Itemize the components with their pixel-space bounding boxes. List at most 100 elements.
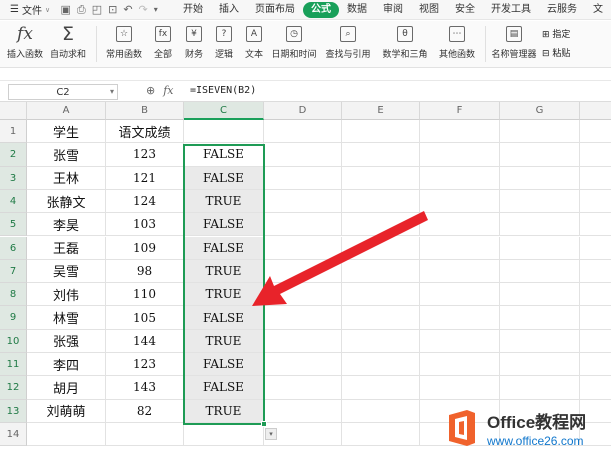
row-header[interactable]: 5	[0, 213, 27, 237]
empty-cell[interactable]	[500, 259, 580, 284]
column-header-a[interactable]: A	[27, 102, 106, 120]
logic-button[interactable]: ? 逻辑	[209, 21, 239, 60]
empty-cell[interactable]	[500, 283, 580, 307]
empty-cell[interactable]	[264, 399, 342, 423]
empty-cell[interactable]	[500, 236, 580, 260]
fill-handle[interactable]	[261, 421, 267, 427]
empty-cell[interactable]	[420, 329, 500, 353]
cell-c[interactable]: TRUE	[184, 283, 264, 307]
fx-icon[interactable]: fx	[163, 84, 173, 97]
empty-cell[interactable]	[420, 143, 500, 167]
cell-a[interactable]: 张强	[27, 329, 106, 353]
cell-c[interactable]: FALSE	[184, 236, 264, 260]
zoom-icon[interactable]: ⊕	[146, 84, 155, 97]
cell-a[interactable]: 吴雪	[27, 259, 106, 284]
empty-cell[interactable]	[264, 283, 342, 307]
empty-cell[interactable]	[420, 166, 500, 190]
column-header-g[interactable]: G	[500, 102, 580, 120]
empty-cell[interactable]	[342, 189, 420, 214]
empty-cell[interactable]	[580, 190, 611, 214]
cell-c[interactable]: TRUE	[184, 189, 264, 214]
column-header-f[interactable]: F	[420, 102, 500, 120]
empty-cell[interactable]	[264, 329, 342, 353]
empty-cell[interactable]	[342, 306, 420, 330]
file-menu[interactable]: ☰ 文件 ∨	[0, 2, 60, 17]
row-header[interactable]: 8	[0, 283, 27, 307]
empty-cell[interactable]	[500, 329, 580, 353]
insert-function-button[interactable]: fx 插入函数	[6, 21, 44, 60]
empty-cell[interactable]	[342, 213, 420, 237]
select-all-corner[interactable]	[0, 102, 27, 120]
cell-a[interactable]: 刘萌萌	[27, 399, 106, 423]
cell-c[interactable]: FALSE	[184, 306, 264, 330]
save-icon[interactable]: ▣	[60, 3, 70, 16]
empty-cell[interactable]	[500, 213, 580, 237]
row-header[interactable]: 6	[0, 236, 27, 260]
cell-b[interactable]: 143	[106, 376, 184, 400]
empty-cell[interactable]	[500, 143, 580, 167]
cell-a[interactable]: 李昊	[27, 213, 106, 237]
empty-cell[interactable]	[342, 259, 420, 284]
redo-icon[interactable]: ↷	[139, 3, 148, 16]
empty-cell[interactable]	[264, 306, 342, 330]
cell-b[interactable]: 123	[106, 143, 184, 167]
empty-cell[interactable]	[580, 143, 611, 167]
cell-a[interactable]	[27, 422, 106, 447]
cell-c[interactable]: TRUE	[184, 329, 264, 353]
empty-cell[interactable]	[500, 166, 580, 190]
empty-cell[interactable]	[500, 189, 580, 214]
column-header-h[interactable]	[580, 102, 611, 120]
row-header[interactable]: 1	[0, 120, 27, 144]
row-header[interactable]: 10	[0, 329, 27, 353]
lookup-button[interactable]: ⌕ 查找与引用	[319, 21, 377, 60]
empty-cell[interactable]	[264, 166, 342, 190]
empty-cell[interactable]	[342, 166, 420, 190]
row-header[interactable]: 3	[0, 166, 27, 190]
tab-6[interactable]: 视图	[411, 2, 447, 18]
cell-c[interactable]: FALSE	[184, 143, 264, 167]
undo-icon[interactable]: ↶	[123, 3, 132, 16]
column-header-d[interactable]: D	[264, 102, 342, 120]
empty-cell[interactable]	[342, 422, 420, 447]
empty-cell[interactable]	[500, 376, 580, 400]
cell-b[interactable]: 98	[106, 259, 184, 284]
print-icon[interactable]: ⎙	[77, 3, 86, 17]
empty-cell[interactable]	[420, 213, 500, 237]
empty-cell[interactable]	[420, 236, 500, 260]
cell-c[interactable]: TRUE	[184, 399, 264, 423]
formula-input[interactable]: =ISEVEN(B2)	[190, 85, 256, 96]
cell-a[interactable]: 张静文	[27, 189, 106, 214]
empty-cell[interactable]	[342, 353, 420, 377]
empty-cell[interactable]	[500, 120, 580, 144]
empty-cell[interactable]	[342, 376, 420, 400]
row-header[interactable]: 2	[0, 143, 27, 167]
empty-cell[interactable]	[580, 120, 611, 144]
column-header-e[interactable]: E	[342, 102, 420, 120]
empty-cell[interactable]	[580, 213, 611, 237]
cell-b[interactable]: 110	[106, 283, 184, 307]
export-icon[interactable]: ⊡	[108, 3, 117, 16]
cell-c[interactable]: FALSE	[184, 376, 264, 400]
cell-b[interactable]	[106, 422, 184, 447]
empty-cell[interactable]	[580, 376, 611, 400]
define-name-button[interactable]: ⊞ 指定	[542, 27, 570, 40]
cell-a[interactable]: 胡月	[27, 376, 106, 400]
empty-cell[interactable]	[420, 259, 500, 284]
cell-b[interactable]: 82	[106, 399, 184, 423]
empty-cell[interactable]	[420, 376, 500, 400]
empty-cell[interactable]	[580, 283, 611, 307]
tab-7[interactable]: 安全	[447, 2, 483, 18]
row-header[interactable]: 12	[0, 376, 27, 400]
common-functions-button[interactable]: ☆ 常用函数	[101, 21, 147, 60]
tab-3[interactable]: 公式	[303, 1, 339, 18]
row-header[interactable]: 7	[0, 259, 27, 284]
text-button[interactable]: A 文本	[239, 21, 269, 60]
row-header[interactable]: 11	[0, 353, 27, 377]
tab-4[interactable]: 数据	[339, 2, 375, 18]
empty-cell[interactable]	[342, 329, 420, 353]
empty-cell[interactable]	[420, 120, 500, 144]
empty-cell[interactable]	[580, 167, 611, 190]
cell-c[interactable]: FALSE	[184, 166, 264, 190]
cell-a[interactable]: 学生	[27, 120, 106, 144]
cell-c[interactable]: FALSE	[184, 213, 264, 237]
